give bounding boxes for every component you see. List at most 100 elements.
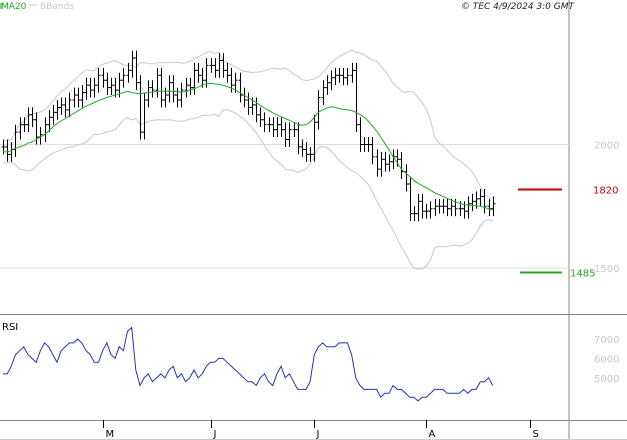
ohlc-bar bbox=[221, 53, 226, 78]
ohlc-bar bbox=[150, 80, 155, 98]
ohlc-bar bbox=[316, 90, 321, 130]
chart-credit: © TEC 4/9/2024 3:0 GMT bbox=[461, 2, 576, 12]
ma20-path bbox=[3, 82, 493, 211]
ohlc-bar bbox=[192, 62, 197, 96]
ohlc-bar bbox=[209, 57, 214, 73]
ohlc-bar bbox=[22, 117, 27, 133]
axis-ticks: 2000 1500 7000 6000 5000 M J J A S bbox=[103, 140, 619, 440]
ohlc-bar bbox=[171, 75, 176, 103]
support-label: 1485 bbox=[570, 269, 595, 280]
ohlc-bar bbox=[67, 92, 72, 118]
ohlc-bar bbox=[184, 77, 189, 98]
month-label: J bbox=[213, 429, 217, 440]
ohlc-bar bbox=[308, 146, 313, 162]
rsi-line bbox=[3, 326, 494, 402]
ohlc-bar bbox=[142, 92, 147, 140]
ohlc-bar bbox=[179, 82, 184, 108]
ohlc-bar bbox=[399, 151, 404, 180]
ohlc-bar bbox=[55, 99, 60, 120]
ohlc-bar bbox=[275, 117, 280, 138]
ohlc-bar bbox=[130, 50, 135, 78]
ohlc-bar bbox=[155, 67, 160, 98]
ohlc-bar bbox=[121, 67, 126, 88]
chart-frame bbox=[0, 0, 627, 440]
ohlc-bar bbox=[30, 107, 35, 128]
ohlc-bar bbox=[441, 198, 446, 214]
ohlc-bar bbox=[26, 107, 31, 133]
bband-lower bbox=[3, 109, 493, 270]
legend-ma20: MA20 bbox=[1, 2, 27, 12]
legend: MA20 BBands bbox=[0, 2, 74, 12]
ohlc-bar bbox=[279, 117, 284, 138]
ohlc-bar bbox=[51, 104, 56, 125]
ohlc-bar bbox=[246, 92, 251, 115]
price-tick-label: 2000 bbox=[594, 140, 619, 151]
rsi-tick-label: 5000 bbox=[594, 374, 619, 385]
ohlc-bar bbox=[325, 75, 330, 96]
ohlc-bar bbox=[333, 67, 338, 86]
month-label: J bbox=[316, 429, 320, 440]
ohlc-bar bbox=[238, 72, 243, 103]
ohlc-bar bbox=[358, 117, 363, 152]
ohlc-bar bbox=[416, 193, 421, 222]
ohlc-bar bbox=[92, 77, 97, 98]
ohlc-bar bbox=[329, 70, 334, 91]
ohlc-bar bbox=[101, 67, 106, 88]
ohlc-bar bbox=[491, 196, 496, 217]
ohlc-bar bbox=[258, 107, 263, 128]
ohlc-bar bbox=[167, 75, 172, 103]
ohlc-bar bbox=[383, 151, 388, 172]
ohlc-bar bbox=[428, 201, 433, 219]
rsi-title: RSI bbox=[2, 322, 18, 333]
ohlc-bar bbox=[242, 87, 247, 108]
ohlc-bar bbox=[59, 97, 64, 115]
ohlc-bar bbox=[76, 87, 81, 108]
ohlc-bar bbox=[312, 114, 317, 162]
ohlc-bar bbox=[466, 196, 471, 219]
ohlc-bar bbox=[387, 154, 392, 172]
bband-upper bbox=[3, 49, 493, 200]
month-label: M bbox=[106, 429, 115, 440]
ohlc-bar bbox=[375, 149, 380, 177]
ohlc-bar bbox=[482, 188, 487, 214]
ohlc-bar bbox=[366, 137, 371, 152]
ohlc-bar bbox=[470, 193, 475, 212]
ohlc-bar bbox=[420, 193, 425, 219]
ohlc-bar bbox=[163, 87, 168, 108]
bollinger-bands bbox=[3, 49, 493, 270]
ohlc-bar bbox=[18, 117, 23, 140]
ohlc-bar bbox=[63, 97, 68, 118]
ohlc-bar bbox=[72, 87, 77, 108]
ohlc-bar bbox=[271, 117, 276, 138]
ohlc-bar bbox=[80, 85, 85, 108]
ohlc-bar bbox=[126, 62, 131, 83]
ohlc-bar bbox=[196, 62, 201, 83]
ohlc-bar bbox=[449, 198, 454, 217]
ohlc-bar bbox=[379, 151, 384, 177]
legend-bbands: BBands bbox=[40, 2, 74, 12]
ohlc-bar bbox=[408, 176, 413, 222]
ohlc-bar bbox=[138, 75, 143, 140]
ohlc-bar bbox=[254, 97, 259, 123]
ohlc-bar bbox=[437, 198, 442, 214]
ohlc-bar bbox=[345, 67, 350, 86]
ohlc-bar bbox=[424, 203, 429, 219]
ohlc-bar bbox=[213, 57, 218, 78]
rsi-tick-label: 6000 bbox=[594, 354, 619, 365]
ohlc-bar bbox=[84, 77, 89, 100]
ohlc-bar bbox=[412, 206, 417, 222]
ohlc-bar bbox=[146, 80, 151, 108]
price-tick-label: 1500 bbox=[594, 264, 619, 275]
ohlc-bar bbox=[300, 139, 305, 157]
ohlc-bar bbox=[350, 62, 355, 83]
ohlc-bar bbox=[262, 112, 267, 133]
ohlc-bars bbox=[1, 50, 496, 222]
ohlc-bar bbox=[96, 67, 101, 93]
ohlc-bar bbox=[88, 77, 93, 98]
ohlc-bar bbox=[362, 137, 367, 152]
ohlc-bar bbox=[159, 67, 164, 108]
ohlc-bar bbox=[267, 117, 272, 133]
ohlc-bar bbox=[134, 50, 139, 91]
ohlc-bar bbox=[341, 67, 346, 86]
ohlc-bar bbox=[337, 67, 342, 83]
